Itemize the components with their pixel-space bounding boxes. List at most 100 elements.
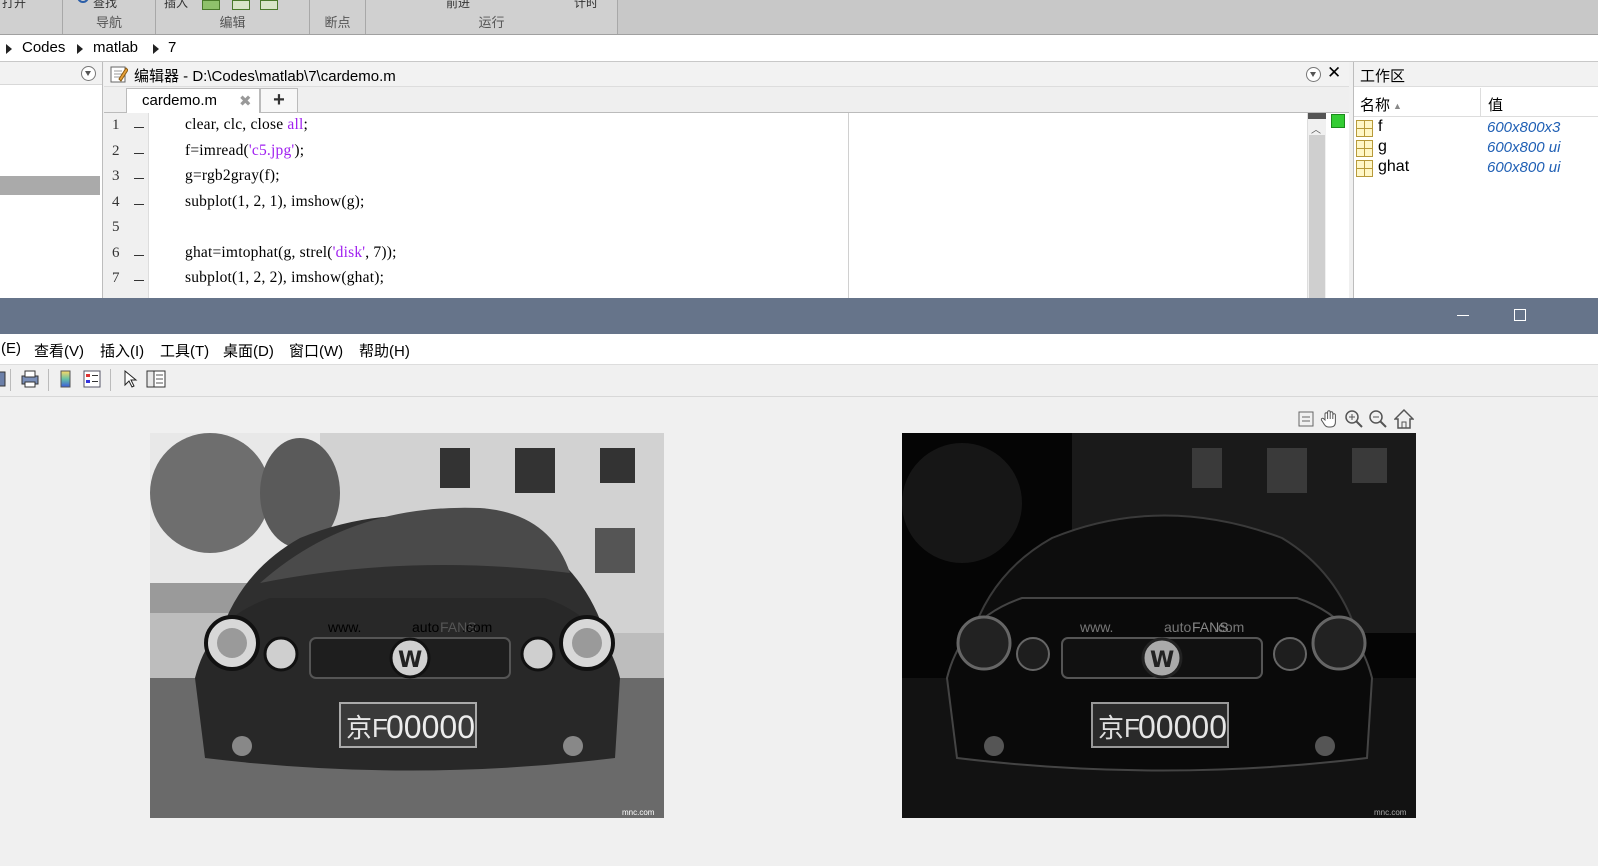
line-number[interactable]: 3 — [112, 168, 120, 185]
print-icon[interactable] — [20, 369, 40, 389]
workspace-variable-row[interactable]: ghat 600x800 ui — [1354, 158, 1598, 178]
code-line[interactable]: f=imread('c5.jpg'); — [185, 142, 304, 160]
pan-hand-icon[interactable] — [1320, 408, 1340, 430]
line-number[interactable]: 4 — [112, 194, 120, 211]
chevron-right-icon[interactable] — [6, 44, 12, 54]
breakpoint-marker[interactable] — [134, 280, 144, 281]
breadcrumb-matlab[interactable]: matlab — [93, 39, 138, 56]
workspace-variable-row[interactable]: f 600x800x3 — [1354, 118, 1598, 138]
forward-button[interactable]: 前进 — [446, 0, 470, 11]
panel-menu-icon[interactable] — [81, 66, 96, 81]
code-line[interactable]: subplot(1, 2, 1), imshow(g); — [185, 193, 365, 211]
site-text-auto: auto — [412, 619, 439, 635]
property-editor-icon[interactable] — [146, 369, 166, 389]
selected-file-row[interactable] — [0, 176, 100, 195]
vertical-scrollbar[interactable]: ︿ — [1307, 113, 1326, 298]
site-text-www: www. — [1079, 619, 1113, 635]
ribbon-section-navigate: 查找 导航 — [63, 0, 156, 34]
legend-icon[interactable] — [82, 369, 102, 389]
code-line[interactable]: ghat=imtophat(g, strel('disk', 7)); — [185, 244, 397, 262]
toolbar-separator — [110, 369, 111, 391]
close-icon[interactable]: ✕ — [1327, 63, 1341, 83]
indent-icon[interactable] — [260, 0, 278, 10]
breakpoint-marker[interactable] — [134, 203, 144, 205]
code-line[interactable]: clear, clc, close all; — [185, 116, 308, 134]
line-number-gutter: 1 2 3 4 5 6 7 — [104, 113, 149, 298]
line-number[interactable]: 5 — [112, 219, 120, 236]
tab-cardemo[interactable]: cardemo.m ✖ — [126, 88, 260, 113]
ribbon-label-breakpoints: 断点 — [324, 15, 351, 30]
insert-button[interactable]: 插入 — [164, 0, 188, 11]
menu-tools[interactable]: 工具(T) — [160, 340, 209, 361]
figure-menu-bar: (E) 查看(V) 插入(I) 工具(T) 桌面(D) 窗口(W) 帮助(H) — [0, 334, 1598, 365]
line-number[interactable]: 1 — [112, 117, 120, 134]
zoom-out-icon[interactable] — [1368, 408, 1388, 430]
editor-menu-icon[interactable] — [1306, 67, 1321, 82]
comment-icon[interactable] — [232, 0, 250, 10]
tab-label: cardemo.m — [142, 92, 218, 109]
line-number[interactable]: 7 — [112, 270, 120, 287]
editor-panel: 编辑器 - D:\Codes\matlab\7\cardemo.m ✕ card… — [104, 62, 1349, 298]
menu-desktop[interactable]: 桌面(D) — [223, 340, 274, 361]
line-number[interactable]: 6 — [112, 245, 120, 262]
breakpoint-marker[interactable] — [134, 254, 144, 256]
grayscale-car-image: W www. auto FANS .com 京F 00000 mnc.com — [150, 433, 664, 818]
code-line[interactable]: g=rgb2gray(f); — [185, 167, 280, 185]
open-button[interactable]: 打开 — [2, 0, 26, 11]
pointer-icon[interactable] — [120, 369, 140, 389]
find-button[interactable]: 查找 — [75, 0, 117, 11]
insert-section-icon[interactable] — [202, 0, 220, 10]
site-text-www: www. — [327, 619, 361, 635]
ribbon-section-edit: 插入 编辑 — [156, 0, 310, 34]
variable-value: 600x800 ui — [1487, 139, 1561, 156]
axes-toolbar — [1296, 408, 1418, 432]
column-divider[interactable] — [1480, 88, 1481, 116]
menu-window[interactable]: 窗口(W) — [289, 340, 343, 361]
zoom-in-icon[interactable] — [1344, 408, 1364, 430]
breadcrumb-7[interactable]: 7 — [168, 39, 176, 56]
chevron-right-icon[interactable] — [153, 44, 159, 54]
find-label: 查找 — [93, 0, 118, 10]
chevron-right-icon[interactable] — [77, 44, 83, 54]
line-number[interactable]: 2 — [112, 143, 120, 160]
workspace-variable-row[interactable]: g 600x800 ui — [1354, 138, 1598, 158]
column-value-header[interactable]: 值 — [1488, 94, 1503, 115]
timer-button[interactable]: 计时 — [574, 0, 598, 11]
code-string: all — [287, 116, 304, 133]
breakpoint-marker[interactable] — [134, 178, 144, 179]
menu-insert[interactable]: 插入(I) — [100, 340, 144, 361]
new-tab-button[interactable]: + — [260, 88, 298, 112]
workspace-column-header: 名称 ▲ 值 — [1354, 88, 1598, 117]
right-margin-line — [848, 113, 849, 298]
variable-value: 600x800x3 — [1487, 119, 1561, 136]
current-folder-panel — [0, 62, 103, 298]
tab-close-icon[interactable]: ✖ — [239, 92, 252, 110]
breadcrumb-codes[interactable]: Codes — [22, 39, 65, 56]
code-text: g=rgb2gray(f); — [185, 167, 280, 184]
matrix-variable-icon — [1356, 160, 1373, 177]
scrollbar-thumb[interactable] — [1309, 135, 1325, 298]
menu-help[interactable]: 帮助(H) — [359, 340, 410, 361]
scroll-up-icon[interactable]: ︿ — [1311, 121, 1321, 136]
code-line[interactable]: subplot(1, 2, 2), imshow(ghat); — [185, 269, 384, 287]
colorbar-icon[interactable] — [56, 369, 76, 389]
column-name-header[interactable]: 名称 ▲ — [1360, 94, 1402, 115]
maximize-icon[interactable] — [1514, 309, 1526, 321]
menu-view[interactable]: 查看(V) — [34, 340, 84, 361]
svg-text:W: W — [1150, 648, 1174, 673]
minimize-icon[interactable] — [1457, 315, 1469, 316]
figure-toolbar — [0, 365, 1598, 397]
breakpoint-marker[interactable] — [134, 127, 144, 128]
watermark-text: mnc.com — [1374, 808, 1407, 817]
breakpoint-marker[interactable] — [134, 152, 144, 154]
menu-edit[interactable]: (E) — [1, 340, 21, 357]
magnifier-icon — [77, 0, 89, 3]
export-icon[interactable] — [1296, 408, 1316, 430]
code-analyzer-ok-icon[interactable] — [1331, 114, 1345, 128]
current-folder-breadcrumb[interactable]: Codes matlab 7 — [0, 35, 1598, 62]
workspace-title: 工作区 — [1360, 68, 1406, 85]
home-icon[interactable] — [1394, 408, 1414, 430]
scroll-split-handle[interactable] — [1308, 113, 1326, 119]
save-icon[interactable] — [0, 369, 8, 389]
variable-name: g — [1378, 138, 1387, 155]
